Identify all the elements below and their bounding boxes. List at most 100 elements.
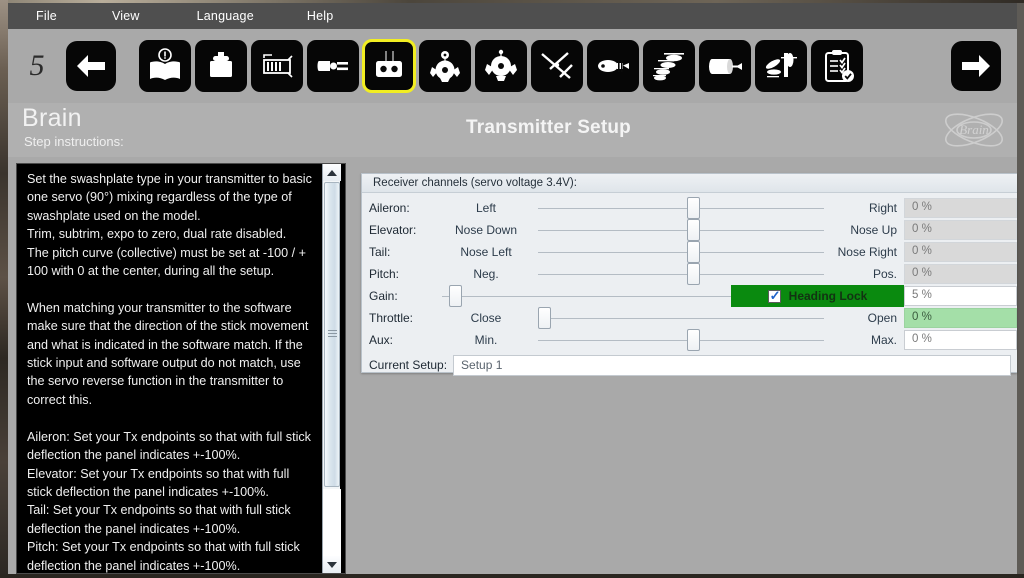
channel-max-aux: Max. xyxy=(870,333,897,347)
toolbar-swashplate2-button[interactable] xyxy=(475,40,527,92)
channel-value-elevator: 0 % xyxy=(904,220,1017,240)
forward-button[interactable] xyxy=(951,41,1001,91)
channel-min-pitch: Neg. xyxy=(473,267,499,281)
desktop-edge-right xyxy=(1017,0,1024,578)
swashplate-alt-icon xyxy=(482,47,520,85)
current-setup-label: Current Setup: xyxy=(369,358,448,372)
current-setup-row: Current Setup: Setup 1 xyxy=(362,353,1017,377)
open-book-warning-icon xyxy=(146,47,184,85)
toolbar-gyro-button[interactable] xyxy=(699,40,751,92)
svg-text:Brain: Brain xyxy=(959,122,989,137)
channel-label-elevator: Elevator: xyxy=(369,223,417,237)
menu-help[interactable]: Help xyxy=(299,5,342,27)
scrollbar-grip-icon xyxy=(328,329,337,340)
checklist-check-icon xyxy=(818,47,856,85)
channel-max-pitch: Pos. xyxy=(872,267,897,281)
channel-value-aileron: 0 % xyxy=(904,198,1017,218)
toolbar-transmitter-button[interactable] xyxy=(362,39,416,93)
instructions-panel: Set the swashplate type in your transmit… xyxy=(16,163,346,574)
toolbar-blades-button[interactable] xyxy=(531,40,583,92)
channel-label-tail: Tail: xyxy=(369,245,391,259)
channel-min-throttle: Close xyxy=(470,311,502,325)
desktop-edge-bottom xyxy=(0,574,1024,578)
slider-thumb[interactable] xyxy=(686,197,700,219)
content-area: Set the swashplate type in your transmit… xyxy=(8,157,1017,574)
channel-slider-elevator[interactable] xyxy=(538,219,824,241)
desktop-edge-left xyxy=(0,0,8,578)
swashplate-icon xyxy=(426,47,464,85)
scroll-up-button[interactable] xyxy=(323,164,341,181)
channel-value-throttle: 0 % xyxy=(904,308,1017,328)
channel-value-aux: 0 % xyxy=(904,330,1017,350)
slider-thumb[interactable] xyxy=(686,329,700,351)
channel-slider-tail[interactable] xyxy=(538,241,824,263)
channel-min-tail: Nose Left xyxy=(460,245,512,259)
slider-thumb[interactable] xyxy=(448,285,462,307)
slider-thumb[interactable] xyxy=(686,263,700,285)
toolbar-heli-stack-button[interactable] xyxy=(643,40,695,92)
toolbar-flight-button[interactable] xyxy=(755,40,807,92)
channel-row-throttle: Throttle: Close Open 0 % xyxy=(362,307,1017,329)
toolbar-checklist-button[interactable] xyxy=(811,40,863,92)
menu-language[interactable]: Language xyxy=(189,5,262,27)
brain-logo-watermark: Brain xyxy=(939,104,1009,156)
slider-thumb[interactable] xyxy=(538,307,551,329)
channel-row-aux: Aux: Min. Max. 0 % xyxy=(362,329,1017,351)
toolbar-servo-button[interactable] xyxy=(195,40,247,92)
menu-bar: File View Language Help xyxy=(8,3,1017,29)
chevron-down-icon xyxy=(327,561,337,568)
rotor-blades-icon xyxy=(538,47,576,85)
channel-row-elevator: Elevator: Nose Down Nose Up 0 % xyxy=(362,219,1017,241)
scrollbar-track[interactable] xyxy=(323,489,341,556)
channel-value-tail: 0 % xyxy=(904,242,1017,262)
channel-label-throttle: Throttle: xyxy=(369,311,414,325)
power-plug-icon xyxy=(314,47,352,85)
title-band: Brain Step instructions: Transmitter Set… xyxy=(8,103,1017,157)
arrow-right-icon xyxy=(960,53,992,79)
channel-row-gain: Gain: Heading Lock 5 % xyxy=(362,285,1017,307)
toolbar-power-button[interactable] xyxy=(307,40,359,92)
slider-thumb[interactable] xyxy=(686,219,700,241)
channel-slider-throttle[interactable] xyxy=(538,307,824,329)
heading-lock-checkbox-icon[interactable] xyxy=(767,288,781,304)
slider-track xyxy=(538,274,824,275)
channel-slider-aux[interactable] xyxy=(538,329,824,351)
application-window: File View Language Help 5 Brain Step ins… xyxy=(0,0,1024,578)
channel-value-pitch: 0 % xyxy=(904,264,1017,284)
arrow-left-icon xyxy=(75,53,107,79)
current-setup-input[interactable]: Setup 1 xyxy=(453,354,1011,376)
slider-track xyxy=(538,340,824,341)
menu-view[interactable]: View xyxy=(104,5,148,27)
channel-label-aux: Aux: xyxy=(369,333,394,347)
back-button[interactable] xyxy=(66,41,116,91)
toolbar-tail-button[interactable] xyxy=(587,40,639,92)
channel-value-gain: 5 % xyxy=(904,286,1017,306)
chevron-up-icon xyxy=(327,169,337,176)
channel-max-throttle: Open xyxy=(867,311,897,325)
channel-label-aileron: Aileron: xyxy=(369,201,410,215)
slider-thumb[interactable] xyxy=(686,241,700,263)
toolbar-swashplate-button[interactable] xyxy=(419,40,471,92)
instructions-scrollbar[interactable] xyxy=(322,164,341,573)
receiver-channels-panel: Receiver channels (servo voltage 3.4V): … xyxy=(361,173,1017,376)
servo-icon xyxy=(202,47,240,85)
channel-min-aux: Min. xyxy=(474,333,498,347)
channel-slider-aileron[interactable] xyxy=(538,197,824,219)
gyro-cylinder-icon xyxy=(706,47,744,85)
channel-min-elevator: Nose Down xyxy=(454,223,518,237)
slider-track xyxy=(538,208,824,209)
heading-lock-badge[interactable]: Heading Lock xyxy=(731,285,904,307)
instructions-text: Set the swashplate type in your transmit… xyxy=(27,172,312,573)
toolbar-receiver-button[interactable] xyxy=(251,40,303,92)
toolbar-manual-button[interactable] xyxy=(139,40,191,92)
channel-slider-pitch[interactable] xyxy=(538,263,824,285)
receiver-panel-title: Receiver channels (servo voltage 3.4V): xyxy=(362,174,1017,193)
helicopter-stack-icon xyxy=(650,47,688,85)
channel-label-gain: Gain: xyxy=(369,289,398,303)
transmitter-icon xyxy=(370,47,408,85)
scroll-down-button[interactable] xyxy=(323,556,341,573)
channel-row-aileron: Aileron: Left Right 0 % xyxy=(362,197,1017,219)
scrollbar-thumb[interactable] xyxy=(324,182,340,487)
receiver-board-icon xyxy=(258,47,296,85)
menu-file[interactable]: File xyxy=(28,5,65,27)
